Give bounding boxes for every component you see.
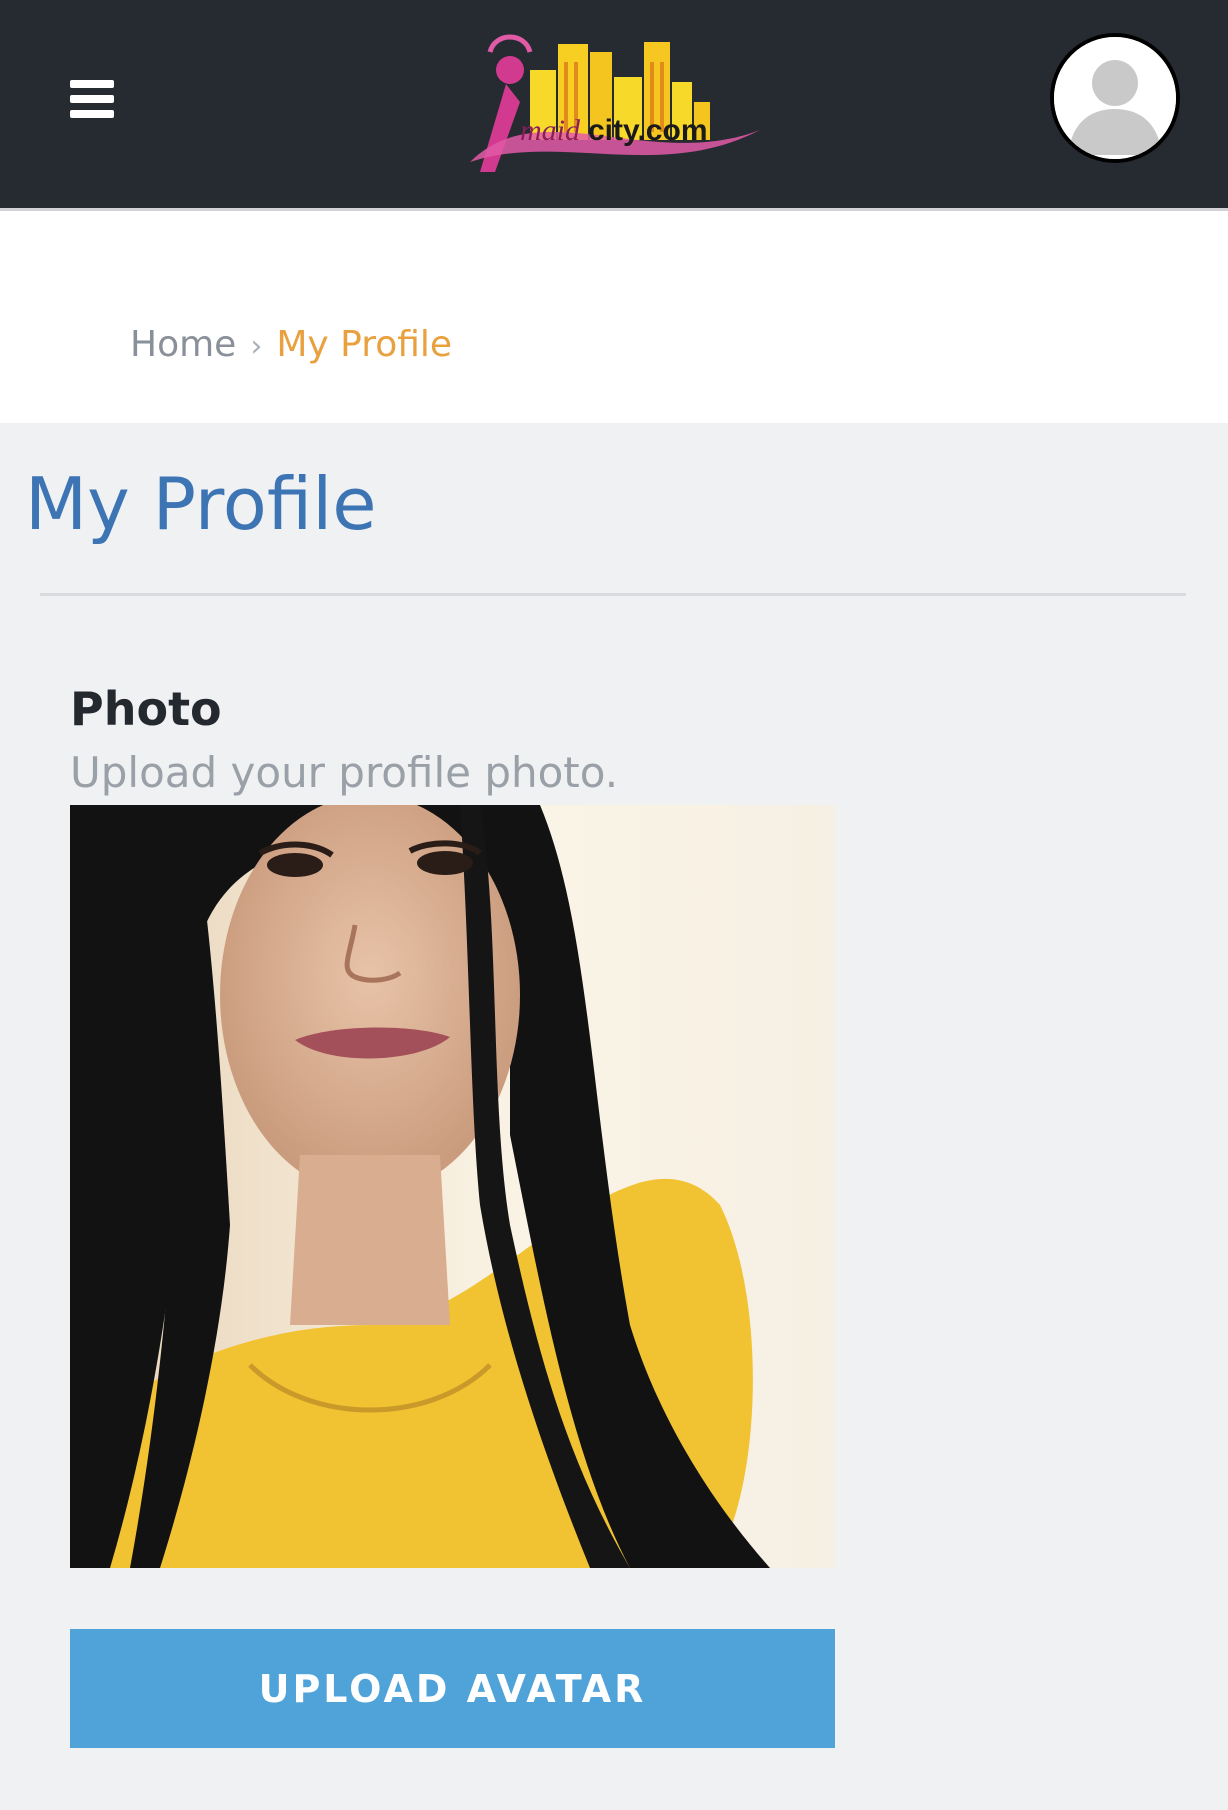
photo-section-title: Photo xyxy=(70,682,222,736)
hamburger-icon[interactable] xyxy=(70,80,118,124)
page-title: My Profile xyxy=(25,462,377,546)
svg-text:city.com: city.com xyxy=(588,114,708,147)
user-silhouette-icon xyxy=(1054,37,1176,159)
breadcrumb-current: My Profile xyxy=(276,324,453,365)
chevron-right-icon: › xyxy=(250,329,263,364)
user-avatar[interactable] xyxy=(1050,33,1180,163)
top-navbar: maid city.com xyxy=(0,0,1228,211)
profile-photo xyxy=(70,805,835,1568)
breadcrumb: Home › My Profile xyxy=(130,324,452,365)
site-logo[interactable]: maid city.com xyxy=(450,22,770,187)
breadcrumb-home-link[interactable]: Home xyxy=(130,324,236,365)
svg-text:maid: maid xyxy=(520,114,581,147)
upload-avatar-button[interactable]: UPLOAD AVATAR xyxy=(70,1629,835,1748)
photo-section-description: Upload your profile photo. xyxy=(70,748,619,797)
breadcrumb-bar xyxy=(0,211,1228,423)
title-divider xyxy=(40,593,1186,596)
